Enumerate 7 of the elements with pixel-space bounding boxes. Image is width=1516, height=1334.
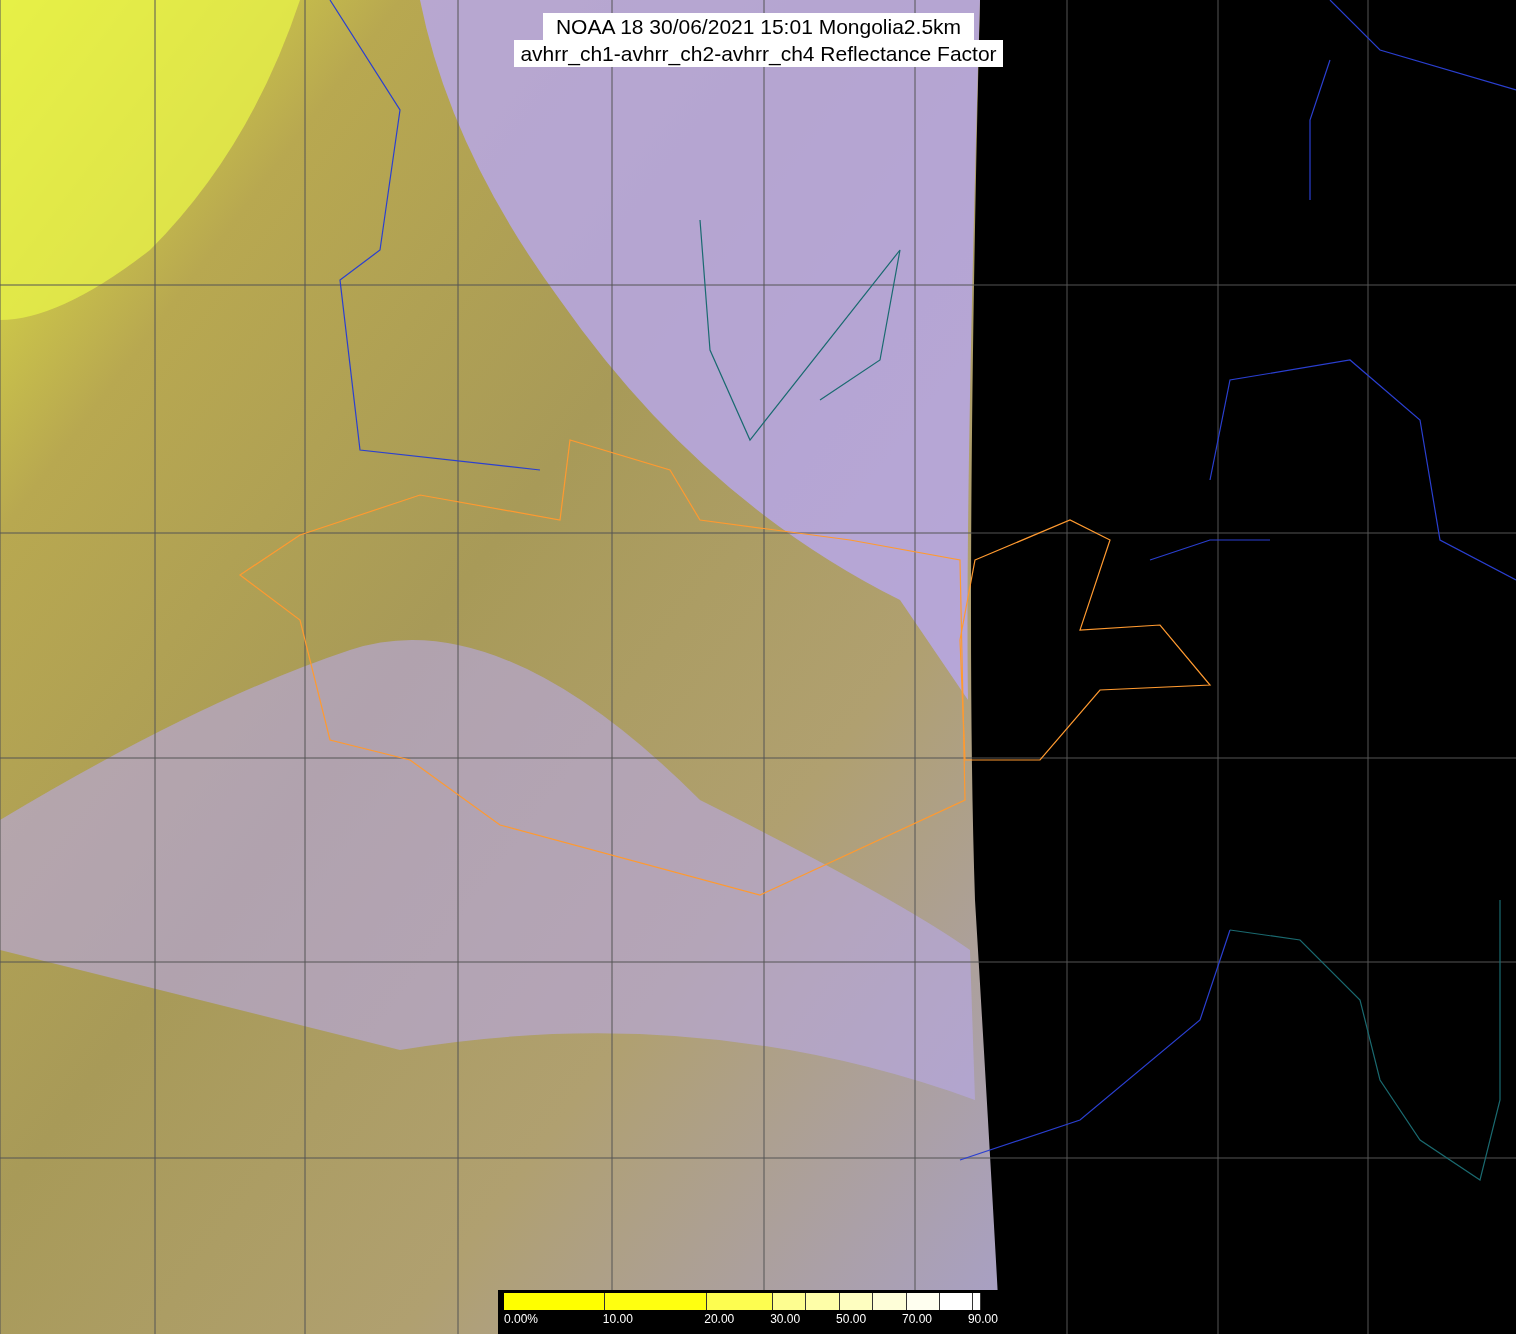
scale-label: 0.00% bbox=[504, 1312, 539, 1326]
scale-label: 10.00 bbox=[602, 1312, 633, 1326]
scale-label: 50.00 bbox=[836, 1312, 867, 1326]
scale-label: 30.00 bbox=[770, 1312, 801, 1326]
scale-label: 90.00 bbox=[967, 1312, 998, 1326]
scale-label: 20.00 bbox=[704, 1312, 735, 1326]
scale-label: 70.00 bbox=[902, 1312, 932, 1326]
